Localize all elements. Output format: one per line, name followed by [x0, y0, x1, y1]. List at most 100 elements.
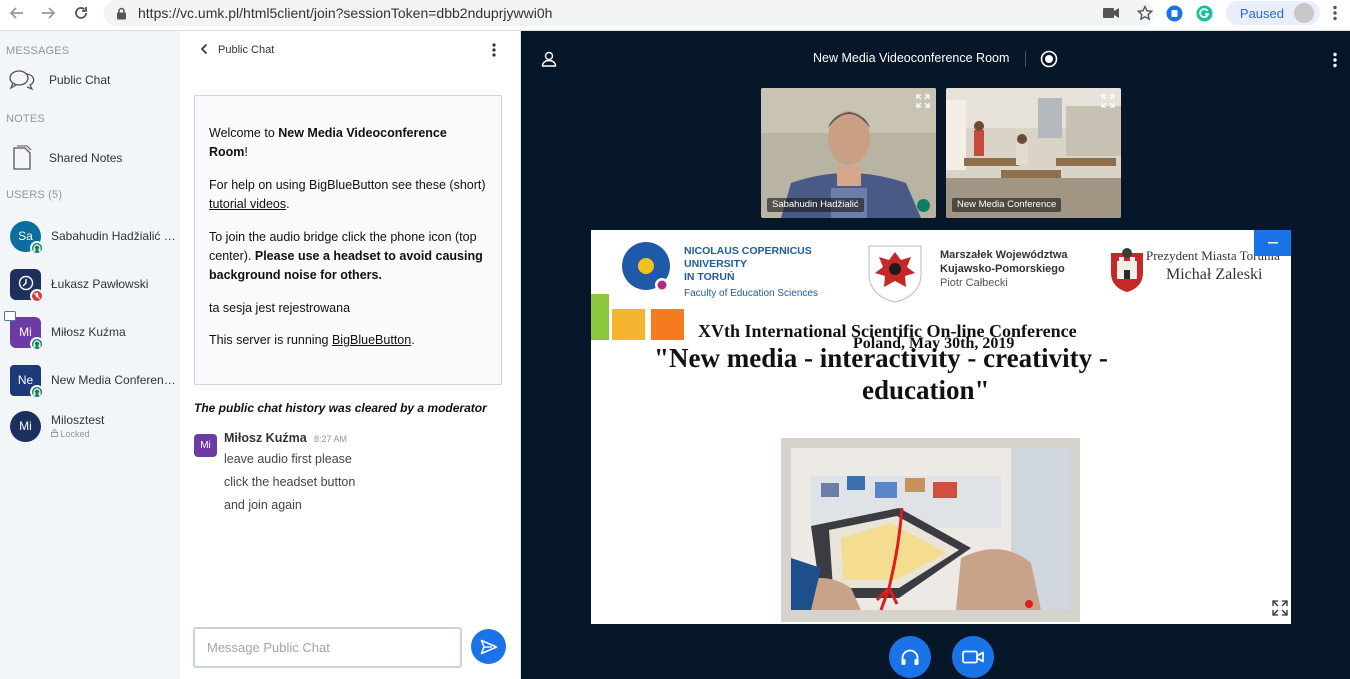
avatar: Mi [10, 410, 41, 442]
prezydent-name: Michał Zaleski [1166, 266, 1263, 283]
chat-options-icon[interactable] [492, 43, 496, 60]
decor-orange-block [651, 309, 684, 340]
fullscreen-icon[interactable] [1272, 600, 1288, 621]
avatar: Sa [10, 220, 44, 255]
video-camera-icon [962, 650, 984, 664]
recording-line: ta sesja jest rejestrowana [209, 300, 351, 315]
user-text: Milosztest Locked [51, 413, 176, 439]
torun-coat-of-arms-icon [1111, 248, 1143, 292]
user-item-new-media-conference[interactable]: Ne New Media Conference [0, 357, 180, 403]
user-item-lukasz[interactable]: Łukasz Pawłowski [0, 261, 180, 307]
audio-bridge-line: To join the audio bridge click the phone… [209, 229, 483, 283]
tutorial-videos-link[interactable]: tutorial videos [209, 197, 286, 211]
fullscreen-icon[interactable] [916, 94, 930, 113]
messages-section-title: MESSAGES [6, 45, 70, 57]
room-title: New Media Videoconference Room [813, 51, 1010, 65]
umk-logo-icon [622, 242, 670, 292]
profile-paused-chip[interactable]: Paused [1225, 1, 1320, 25]
slide-photo [781, 438, 1080, 622]
fullscreen-icon[interactable] [1101, 94, 1115, 113]
title-divider [1025, 51, 1026, 67]
avatar [10, 268, 44, 303]
chevron-left-icon[interactable] [200, 43, 208, 58]
message-line: and join again [224, 498, 302, 512]
main-presentation-area: New Media Videoconference Room Sabahudin… [521, 31, 1350, 679]
welcome-line: Welcome to New Media Videoconference Roo… [209, 126, 447, 160]
minimize-presentation-button[interactable] [1254, 230, 1291, 256]
user-name: Miłosz Kuźma [51, 325, 126, 339]
conference-date: Poland, May 30th, 2019 [853, 335, 1015, 352]
webcam-label: New Media Conference [952, 198, 1062, 212]
bigbluebutton-link[interactable]: BigBlueButton [332, 333, 411, 347]
chat-cleared-notice: The public chat history was cleared by a… [194, 401, 487, 415]
url-text: https://vc.umk.pl/html5client/join?sessi… [138, 5, 553, 21]
paused-label: Paused [1239, 5, 1284, 21]
forward-arrow-icon[interactable] [35, 0, 61, 26]
avatar-initials: Sa [18, 229, 33, 243]
marszalek-name: Piotr Całbecki [940, 277, 1008, 289]
avatar-initials: Mi [19, 419, 32, 433]
user-status: Locked [51, 429, 176, 439]
decor-yellow-block [612, 309, 645, 340]
lock-icon [114, 6, 128, 20]
camera-blocked-icon[interactable] [1100, 2, 1122, 24]
user-list-panel: MESSAGES Public Chat NOTES Shared Notes … [0, 31, 180, 679]
user-item-milosz[interactable]: Mi Miłosz Kuźma [0, 309, 180, 355]
avatar: Mi [4, 310, 44, 351]
profile-avatar [1294, 3, 1314, 23]
document-icon [9, 145, 35, 171]
back-arrow-icon[interactable] [4, 0, 30, 26]
users-section-title: USERS (5) [6, 189, 63, 201]
send-arrow-icon [480, 639, 497, 654]
shared-notes-item[interactable]: Shared Notes [0, 138, 180, 178]
tablet-photo-image [791, 448, 1070, 611]
bookmark-star-icon[interactable] [1134, 2, 1156, 24]
user-name: Łukasz Pawłowski [51, 277, 149, 291]
leave-audio-button[interactable] [889, 636, 931, 678]
avatar-initials: Mi [19, 325, 32, 339]
notes-section-title: NOTES [6, 113, 45, 125]
screen-presenter-icon [4, 310, 16, 321]
recording-indicator-icon[interactable] [1040, 50, 1058, 73]
locked-label: Locked [60, 429, 90, 439]
user-item-sabahudin[interactable]: Sa Sabahudin Hadžialić (P… [0, 213, 180, 259]
decor-green-block [591, 294, 609, 340]
headset-icon [917, 199, 930, 212]
umk-faculty: Faculty of Education Sciences [684, 288, 818, 299]
reload-icon[interactable] [68, 0, 94, 26]
webcam-label: Sabahudin Hadžialić [767, 198, 864, 212]
grammarly-icon[interactable] [1194, 2, 1216, 24]
chat-message-input[interactable] [193, 627, 462, 668]
chat-title[interactable]: Public Chat [218, 44, 274, 56]
address-bar[interactable]: https://vc.umk.pl/html5client/join?sessi… [104, 0, 1154, 26]
options-menu-icon[interactable] [1333, 52, 1337, 73]
send-button[interactable] [471, 629, 506, 664]
extension-blue-icon[interactable] [1164, 2, 1186, 24]
marszalek-title: Marszałek Województwa Kujawsko-Pomorskie… [940, 249, 1068, 275]
user-item-milosztest[interactable]: Mi Milosztest Locked [0, 403, 180, 449]
umk-title: NICOLAUS COPERNICUS UNIVERSITY IN TORUŃ [684, 245, 812, 284]
headset-icon [30, 336, 44, 351]
chat-bubbles-icon [9, 69, 35, 91]
browser-toolbar: https://vc.umk.pl/html5client/join?sessi… [0, 0, 1350, 31]
webcam-sabahudin[interactable]: Sabahudin Hadžialić [761, 88, 936, 218]
lock-icon [51, 429, 61, 439]
user-icon[interactable] [541, 51, 557, 72]
presentation-slide[interactable]: NICOLAUS COPERNICUS UNIVERSITY IN TORUŃ … [591, 230, 1291, 624]
help-line: For help on using BigBlueButton see thes… [209, 177, 486, 212]
public-chat-label: Public Chat [49, 73, 111, 87]
shared-notes-label: Shared Notes [49, 151, 123, 165]
webcam-new-media-conference[interactable]: New Media Conference [946, 88, 1121, 218]
eagle-coat-of-arms-icon [868, 245, 922, 303]
browser-menu-icon[interactable] [1324, 2, 1346, 24]
welcome-message: Welcome to New Media Videoconference Roo… [194, 95, 502, 385]
share-webcam-button[interactable] [952, 636, 994, 678]
server-line: This server is running BigBlueButton. [209, 333, 415, 347]
public-chat-item[interactable]: Public Chat [0, 60, 180, 100]
minus-icon [1267, 242, 1278, 244]
public-chat-panel: Public Chat Welcome to New Media Videoco… [180, 31, 521, 679]
chat-header: Public Chat [180, 31, 521, 69]
conference-motto-line2: education" [862, 375, 990, 405]
browser-toolbar-right: Paused [1096, 0, 1350, 26]
message-line: click the headset button [224, 475, 356, 489]
